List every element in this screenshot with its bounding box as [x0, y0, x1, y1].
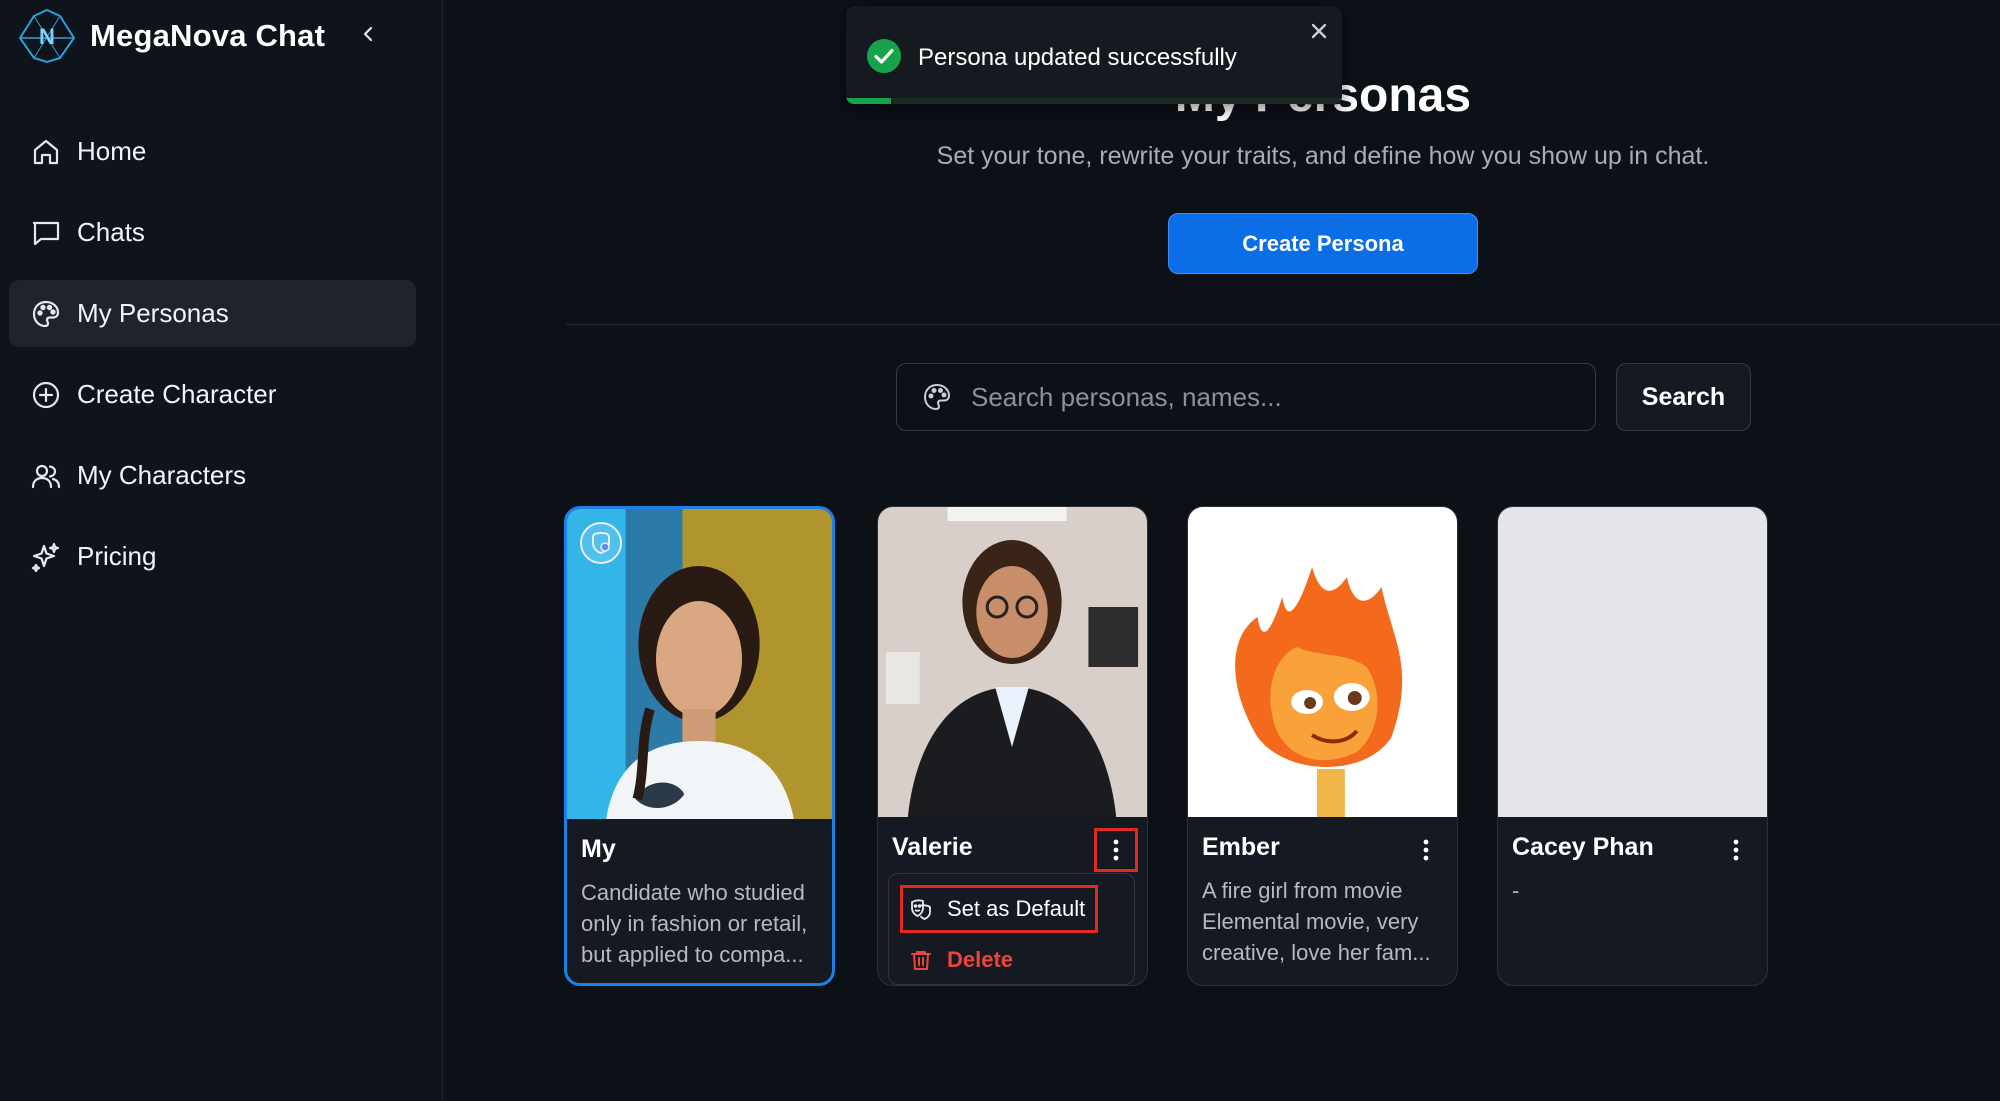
app-name: MegaNova Chat — [90, 18, 326, 53]
persona-card-ember[interactable]: Ember A fire girl from movie Elemental m… — [1187, 506, 1458, 986]
search-button[interactable]: Search — [1616, 363, 1751, 431]
palette-icon — [923, 383, 951, 411]
set-as-default-label: Set as Default — [947, 896, 1086, 921]
sparkle-icon — [31, 542, 60, 572]
persona-menu-button[interactable] — [1094, 828, 1138, 872]
persona-menu-button[interactable] — [1407, 831, 1445, 869]
search-box[interactable] — [896, 363, 1596, 431]
sidebar-item-label: Pricing — [77, 541, 157, 571]
persona-name: Cacey Phan — [1512, 833, 1654, 861]
success-toast: Persona updated successfully — [846, 6, 1342, 104]
persona-description: Candidate who studied only in fashion or… — [581, 880, 808, 967]
sidebar-item-label: Home — [77, 136, 147, 166]
more-vertical-icon — [1733, 839, 1739, 861]
persona-card-cacey-phan[interactable]: Cacey Phan - — [1497, 506, 1768, 986]
persona-description: - — [1512, 878, 1520, 903]
persona-avatar-placeholder — [1498, 507, 1767, 817]
persona-card-my[interactable]: My Candidate who studied only in fashion… — [564, 506, 835, 986]
delete-label: Delete — [947, 947, 1014, 972]
theater-masks-icon — [911, 899, 931, 920]
persona-avatar-image — [878, 507, 1147, 817]
toast-progress-bar — [846, 98, 891, 104]
close-icon[interactable] — [1306, 18, 1332, 44]
home-icon — [33, 139, 59, 164]
persona-description: A fire girl from movie Elemental movie, … — [1202, 878, 1431, 965]
sidebar-item-label: My Characters — [77, 460, 247, 490]
search-input[interactable] — [971, 381, 1571, 413]
sidebar: N MegaNova Chat Home Chats My Personas C… — [0, 0, 443, 1101]
divider — [566, 324, 2000, 325]
chevron-left-icon — [363, 26, 373, 42]
sidebar-item-chats[interactable]: Chats — [9, 199, 416, 266]
more-vertical-icon — [1113, 839, 1119, 861]
more-vertical-icon — [1423, 839, 1429, 861]
set-as-default-menu-item[interactable]: Set as Default — [900, 885, 1098, 933]
persona-name: My — [581, 835, 616, 863]
sidebar-item-home[interactable]: Home — [9, 118, 416, 185]
toast-message: Persona updated successfully — [918, 44, 1237, 71]
persona-name: Ember — [1202, 833, 1280, 861]
persona-avatar-image — [1188, 507, 1457, 817]
sidebar-item-my-personas[interactable]: My Personas — [9, 280, 416, 347]
page-subtitle: Set your tone, rewrite your traits, and … — [936, 142, 1710, 170]
create-persona-button[interactable]: Create Persona — [1168, 213, 1478, 274]
persona-actions-menu: Set as Default Delete — [888, 873, 1135, 985]
plus-circle-icon — [32, 381, 60, 408]
trash-icon — [911, 951, 931, 970]
sidebar-item-pricing[interactable]: Pricing — [9, 523, 416, 590]
check-circle-icon — [867, 39, 901, 73]
meganova-logo-icon: N — [18, 8, 76, 64]
users-icon — [31, 464, 61, 488]
sidebar-item-label: Chats — [77, 217, 145, 247]
default-persona-badge-icon — [580, 522, 622, 564]
chat-icon — [32, 221, 60, 245]
sidebar-item-label: My Personas — [77, 298, 229, 328]
svg-text:N: N — [39, 24, 55, 49]
sidebar-item-create-character[interactable]: Create Character — [9, 361, 416, 428]
palette-icon — [32, 300, 60, 327]
main-content: My Personas Set your tone, rewrite your … — [444, 0, 2000, 1101]
delete-menu-item[interactable]: Delete — [903, 940, 1013, 980]
persona-name: Valerie — [892, 833, 973, 861]
sidebar-nav: Home Chats My Personas Create Character … — [9, 118, 416, 604]
sidebar-item-my-characters[interactable]: My Characters — [9, 442, 416, 509]
collapse-sidebar-button[interactable] — [352, 18, 384, 50]
sidebar-item-label: Create Character — [77, 379, 277, 409]
persona-menu-button[interactable] — [1717, 831, 1755, 869]
brand[interactable]: N MegaNova Chat — [14, 8, 325, 64]
toast-progress-track — [846, 98, 1342, 104]
